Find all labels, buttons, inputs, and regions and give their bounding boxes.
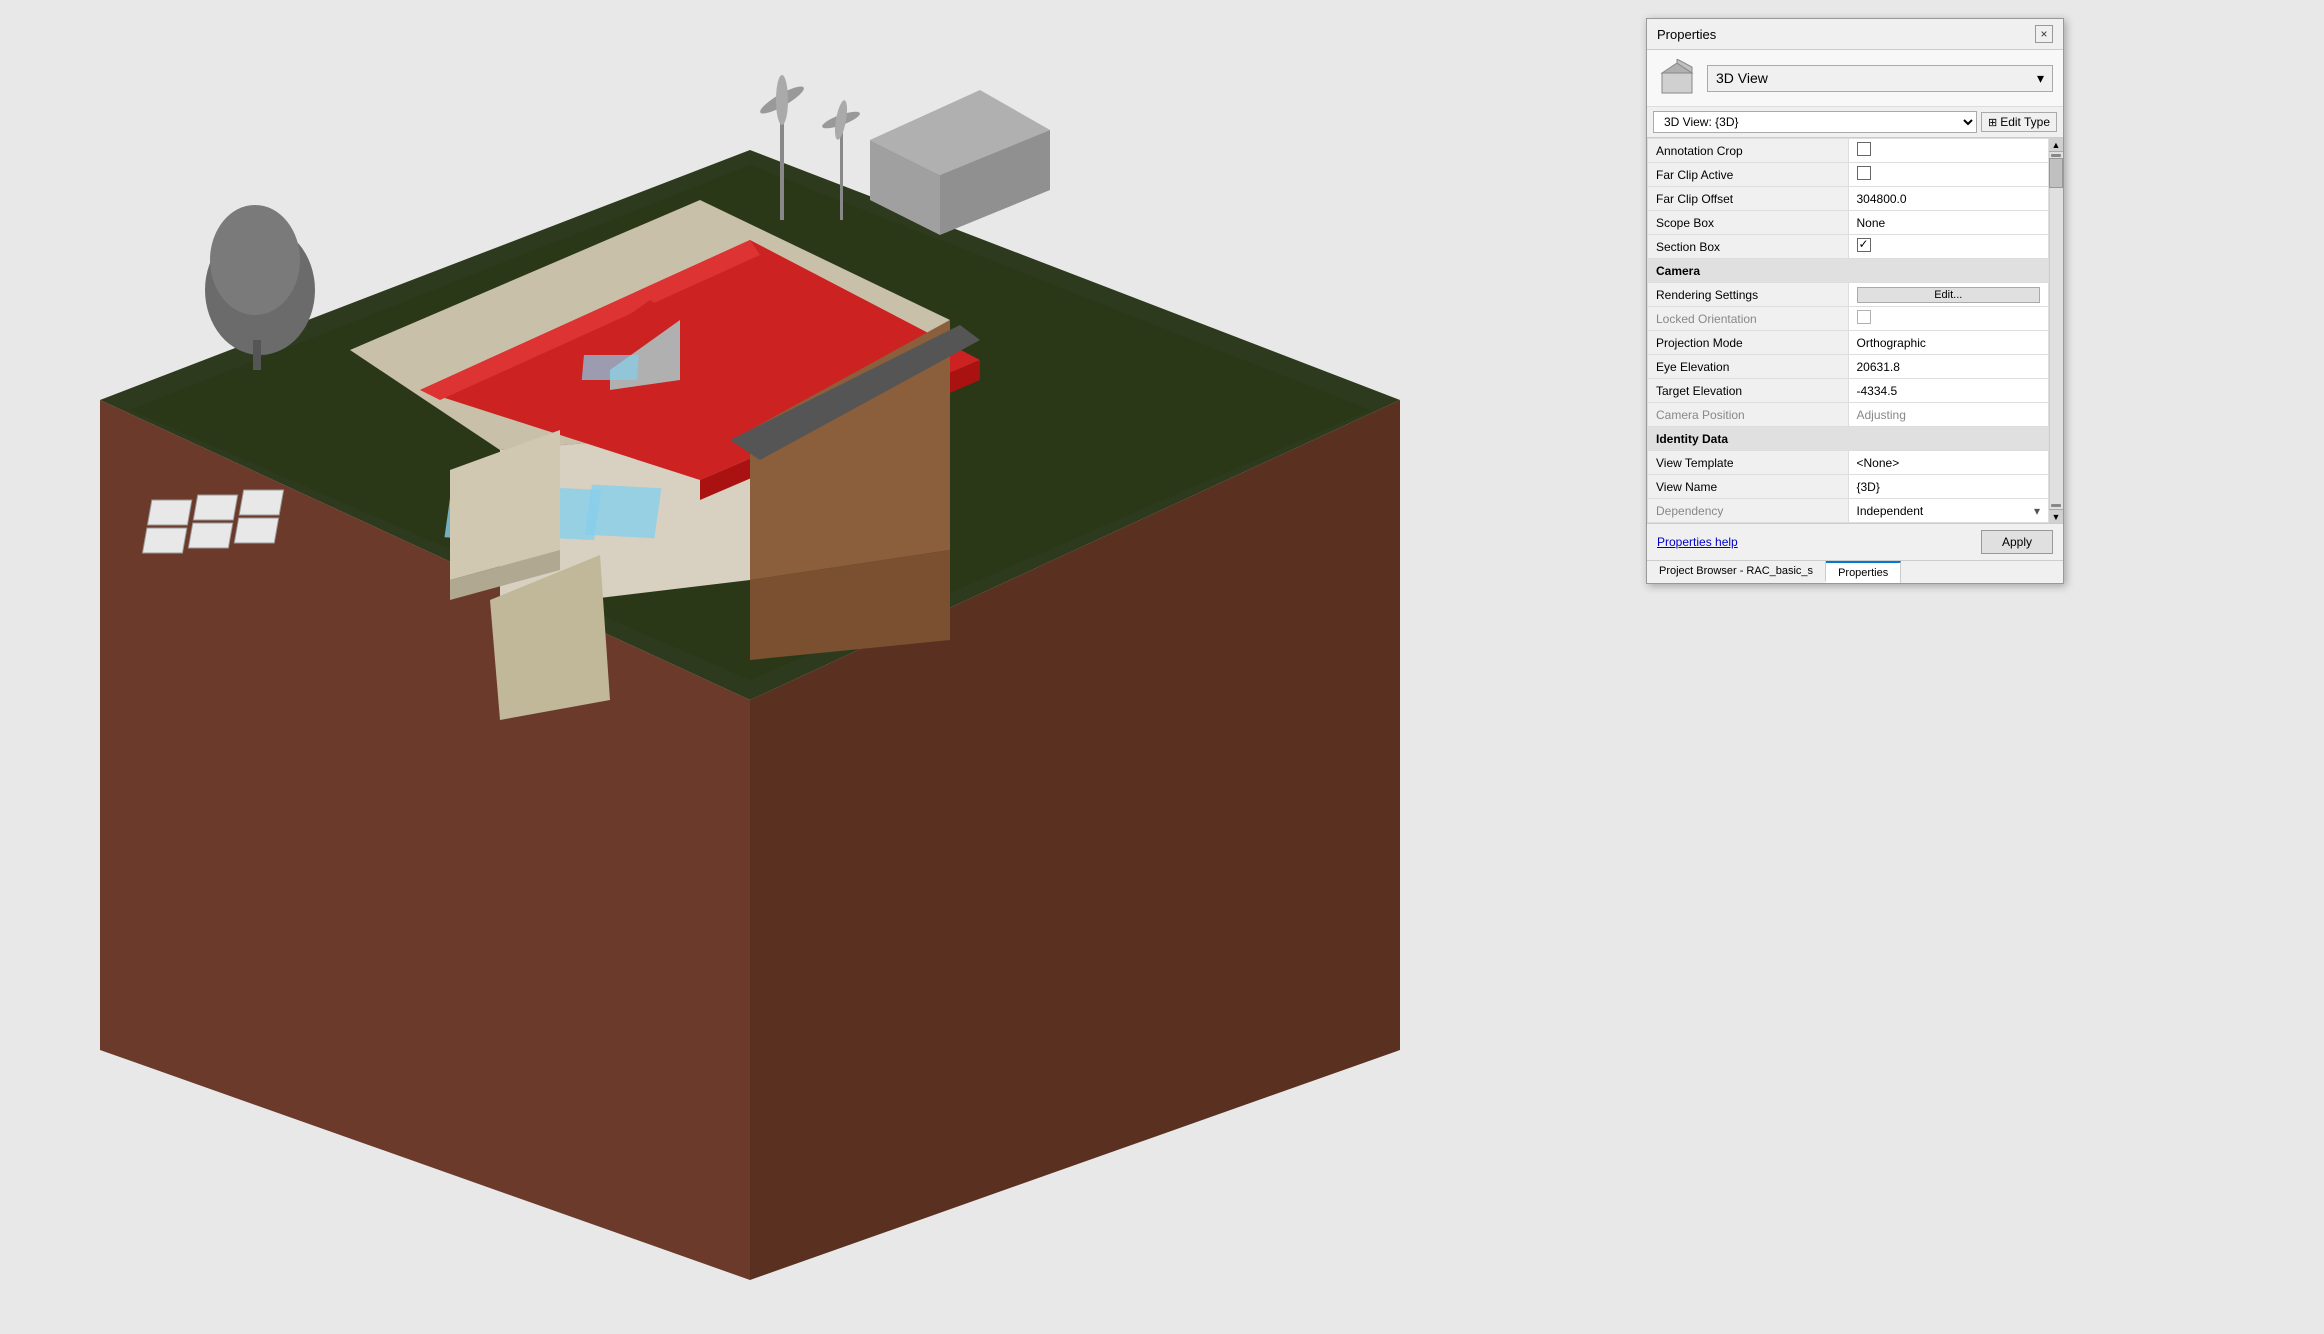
panel-footer: Properties help Apply bbox=[1647, 523, 2063, 560]
table-row: Far Clip Active bbox=[1648, 163, 2049, 187]
table-row: Dependency Independent ▾ bbox=[1648, 499, 2049, 523]
prop-value-scope-box[interactable]: None bbox=[1848, 211, 2049, 235]
prop-label-projection-mode: Projection Mode bbox=[1648, 331, 1849, 355]
table-row: Annotation Crop bbox=[1648, 139, 2049, 163]
prop-value-locked-orientation[interactable] bbox=[1848, 307, 2049, 331]
table-row: Eye Elevation 20631.8 bbox=[1648, 355, 2049, 379]
prop-label-far-clip-active: Far Clip Active bbox=[1648, 163, 1849, 187]
prop-label-annotation-crop: Annotation Crop bbox=[1648, 139, 1849, 163]
prop-value-view-template[interactable]: <None> bbox=[1848, 451, 2049, 475]
scroll-down-button[interactable]: ▼ bbox=[2049, 509, 2063, 523]
prop-label-locked-orientation: Locked Orientation bbox=[1648, 307, 1849, 331]
prop-value-view-name[interactable]: {3D} bbox=[1848, 475, 2049, 499]
table-row: Target Elevation -4334.5 bbox=[1648, 379, 2049, 403]
table-row: Camera Position Adjusting bbox=[1648, 403, 2049, 427]
prop-value-eye-elevation: 20631.8 bbox=[1848, 355, 2049, 379]
identity-section-header: Identity Data bbox=[1648, 427, 2049, 451]
panel-titlebar: Properties × bbox=[1647, 19, 2063, 50]
prop-value-far-clip-active[interactable] bbox=[1848, 163, 2049, 187]
panel-header: 3D View ▾ bbox=[1647, 50, 2063, 107]
prop-label-view-name: View Name bbox=[1648, 475, 1849, 499]
properties-table: Annotation Crop Far Clip Active Far Clip… bbox=[1647, 138, 2049, 523]
locked-orientation-checkbox[interactable] bbox=[1857, 310, 1871, 324]
prop-value-rendering-settings[interactable]: Edit... bbox=[1848, 283, 2049, 307]
table-row: Locked Orientation bbox=[1648, 307, 2049, 331]
prop-label-eye-elevation: Eye Elevation bbox=[1648, 355, 1849, 379]
prop-value-annotation-crop[interactable] bbox=[1848, 139, 2049, 163]
prop-value-target-elevation: -4334.5 bbox=[1848, 379, 2049, 403]
table-row: Projection Mode Orthographic bbox=[1648, 331, 2049, 355]
camera-section-header: Camera bbox=[1648, 259, 2049, 283]
tab-project-browser-label: Project Browser - RAC_basic_s bbox=[1659, 565, 1813, 577]
scroll-indicator-bottom bbox=[2051, 504, 2061, 507]
prop-label-section-box: Section Box bbox=[1648, 235, 1849, 259]
apply-button[interactable]: Apply bbox=[1981, 530, 2053, 554]
edit-type-label: Edit Type bbox=[2000, 115, 2050, 129]
prop-value-camera-position: Adjusting bbox=[1848, 403, 2049, 427]
scroll-up-button[interactable]: ▲ bbox=[2049, 138, 2063, 152]
tab-properties-label: Properties bbox=[1838, 567, 1888, 579]
prop-label-scope-box: Scope Box bbox=[1648, 211, 1849, 235]
prop-label-camera-position: Camera Position bbox=[1648, 403, 1849, 427]
tab-project-browser[interactable]: Project Browser - RAC_basic_s bbox=[1647, 561, 1826, 581]
table-row: View Name {3D} bbox=[1648, 475, 2049, 499]
view-type-label: 3D View bbox=[1716, 70, 1768, 86]
table-row: Scope Box None bbox=[1648, 211, 2049, 235]
prop-value-far-clip-offset: 304800.0 bbox=[1848, 187, 2049, 211]
edit-type-button[interactable]: ⊞ Edit Type bbox=[1981, 112, 2057, 132]
properties-scroll-area: Annotation Crop Far Clip Active Far Clip… bbox=[1647, 138, 2063, 523]
3d-view-icon bbox=[1657, 58, 1697, 98]
identity-section-label: Identity Data bbox=[1648, 427, 2049, 451]
properties-panel: Properties × 3D View ▾ 3D View: {3D} ⊞ E… bbox=[1646, 18, 2064, 584]
table-row: Rendering Settings Edit... bbox=[1648, 283, 2049, 307]
panel-bottom-tabs: Project Browser - RAC_basic_s Properties bbox=[1647, 560, 2063, 583]
rendering-settings-edit-button[interactable]: Edit... bbox=[1857, 287, 2041, 303]
panel-title: Properties bbox=[1657, 27, 1716, 42]
grid-icon: ⊞ bbox=[1988, 116, 1997, 129]
scrollbar-track[interactable]: ▲ ▼ bbox=[2049, 138, 2063, 523]
dependency-dropdown-arrow: ▾ bbox=[2034, 504, 2040, 518]
close-button[interactable]: × bbox=[2035, 25, 2053, 43]
view-selector-row: 3D View: {3D} ⊞ Edit Type bbox=[1647, 107, 2063, 138]
scrollbar-thumb[interactable] bbox=[2049, 158, 2063, 188]
properties-help-link[interactable]: Properties help bbox=[1657, 535, 1738, 549]
far-clip-active-checkbox[interactable] bbox=[1857, 166, 1871, 180]
scroll-indicator-top bbox=[2051, 154, 2061, 157]
prop-label-view-template: View Template bbox=[1648, 451, 1849, 475]
table-row: Section Box bbox=[1648, 235, 2049, 259]
view-type-dropdown[interactable]: 3D View ▾ bbox=[1707, 65, 2053, 92]
prop-label-rendering-settings: Rendering Settings bbox=[1648, 283, 1849, 307]
prop-value-section-box[interactable] bbox=[1848, 235, 2049, 259]
view-selector-dropdown[interactable]: 3D View: {3D} bbox=[1653, 111, 1977, 133]
prop-label-far-clip-offset: Far Clip Offset bbox=[1648, 187, 1849, 211]
prop-value-dependency[interactable]: Independent ▾ bbox=[1848, 499, 2049, 523]
annotation-crop-checkbox[interactable] bbox=[1857, 142, 1871, 156]
prop-label-dependency: Dependency bbox=[1648, 499, 1849, 523]
prop-label-target-elevation: Target Elevation bbox=[1648, 379, 1849, 403]
prop-value-projection-mode[interactable]: Orthographic bbox=[1848, 331, 2049, 355]
table-row: View Template <None> bbox=[1648, 451, 2049, 475]
tab-properties[interactable]: Properties bbox=[1826, 561, 1901, 583]
table-row: Far Clip Offset 304800.0 bbox=[1648, 187, 2049, 211]
section-box-checkbox[interactable] bbox=[1857, 238, 1871, 252]
camera-section-label: Camera bbox=[1648, 259, 2049, 283]
dropdown-chevron-icon: ▾ bbox=[2037, 70, 2044, 87]
